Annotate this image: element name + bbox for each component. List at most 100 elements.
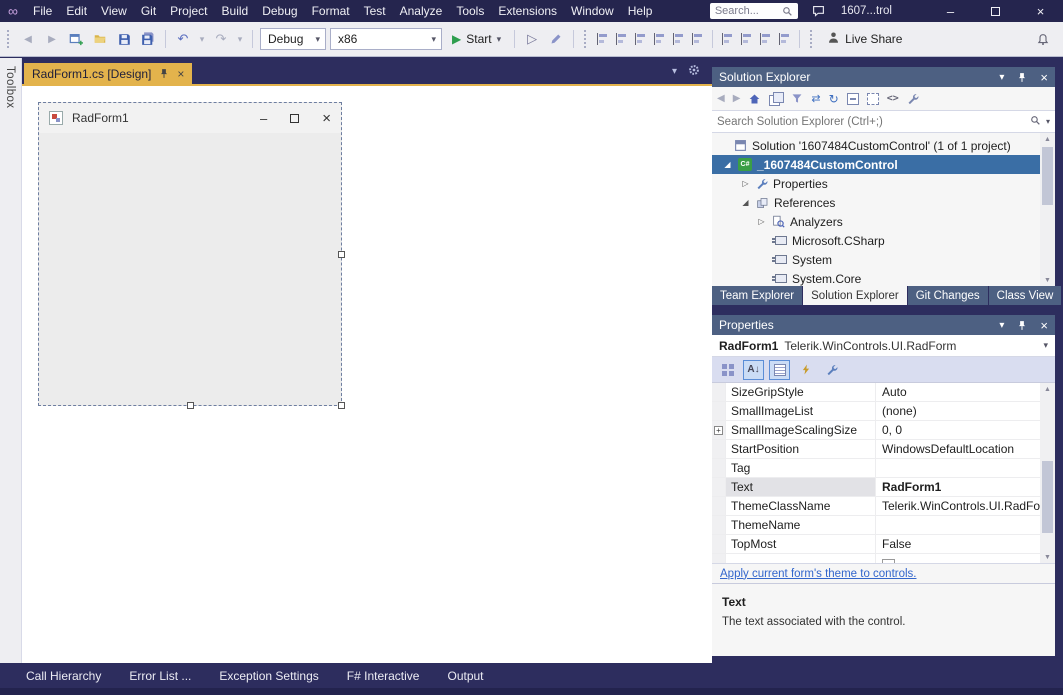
scroll-down-icon[interactable]: ▼ bbox=[1040, 551, 1055, 563]
scroll-thumb[interactable] bbox=[1042, 147, 1053, 205]
resize-handle-right[interactable] bbox=[338, 251, 345, 258]
document-tab[interactable]: RadForm1.cs [Design] × bbox=[24, 63, 193, 84]
open-file-icon[interactable] bbox=[90, 27, 110, 51]
undo-dropdown-icon[interactable]: ▾ bbox=[197, 27, 207, 51]
property-row-smallimagelist[interactable]: SmallImageList (none) bbox=[712, 402, 1040, 421]
property-row-text[interactable]: Text RadForm1 bbox=[712, 478, 1040, 497]
make-horizontal-spacing-equal-icon[interactable] bbox=[720, 32, 735, 46]
close-button[interactable]: × bbox=[1018, 0, 1063, 22]
view-code-icon[interactable]: <> bbox=[887, 93, 899, 104]
toolbar-grip[interactable] bbox=[7, 30, 11, 48]
panel-tab-git-changes[interactable]: Git Changes bbox=[907, 286, 988, 305]
tree-item-analyzers[interactable]: ▷ Analyzers bbox=[712, 212, 1040, 231]
search-icon[interactable] bbox=[1030, 115, 1041, 129]
menu-project[interactable]: Project bbox=[163, 0, 214, 22]
property-row-partial[interactable] bbox=[712, 554, 1040, 563]
properties-header[interactable]: Properties ▾ × bbox=[712, 315, 1055, 335]
tree-item-properties[interactable]: ▷ Properties bbox=[712, 174, 1040, 193]
menu-debug[interactable]: Debug bbox=[255, 0, 304, 22]
properties-wrench-icon[interactable] bbox=[907, 93, 919, 105]
expand-plus-icon[interactable]: + bbox=[714, 425, 723, 435]
minimize-button[interactable]: – bbox=[928, 0, 973, 22]
feedback-icon[interactable] bbox=[812, 5, 825, 17]
save-all-icon[interactable] bbox=[138, 27, 158, 51]
property-grid-scrollbar[interactable]: ▲ ▼ bbox=[1040, 383, 1055, 563]
bottom-tab-call-hierarchy[interactable]: Call Hierarchy bbox=[26, 669, 101, 683]
send-to-back-icon[interactable] bbox=[777, 32, 792, 46]
bottom-tab-fsharp-interactive[interactable]: F# Interactive bbox=[347, 669, 420, 683]
menu-edit[interactable]: Edit bbox=[59, 0, 94, 22]
panel-tab-solution-explorer[interactable]: Solution Explorer bbox=[803, 286, 907, 305]
save-icon[interactable] bbox=[114, 27, 134, 51]
solution-configurations-dropdown[interactable]: Debug ▾ bbox=[260, 28, 326, 50]
maximize-button[interactable] bbox=[973, 0, 1018, 22]
toolbar-grip[interactable] bbox=[584, 30, 588, 48]
bottom-tab-error-list[interactable]: Error List ... bbox=[129, 669, 191, 683]
expander-icon[interactable]: ▷ bbox=[756, 217, 767, 226]
menu-help[interactable]: Help bbox=[621, 0, 660, 22]
resize-handle-corner[interactable] bbox=[338, 402, 345, 409]
chevron-down-icon[interactable]: ▾ bbox=[1046, 117, 1050, 126]
bring-to-front-icon[interactable] bbox=[758, 32, 773, 46]
solution-tree-scrollbar[interactable]: ▲ ▼ bbox=[1040, 133, 1055, 286]
property-row-tag[interactable]: Tag bbox=[712, 459, 1040, 478]
switch-views-icon[interactable] bbox=[769, 92, 785, 106]
align-bottoms-icon[interactable] bbox=[690, 32, 705, 46]
property-row-startposition[interactable]: StartPosition WindowsDefaultLocation bbox=[712, 440, 1040, 459]
make-vertical-spacing-equal-icon[interactable] bbox=[739, 32, 754, 46]
property-row-smallimagescalingsize[interactable]: + SmallImageScalingSize 0, 0 bbox=[712, 421, 1040, 440]
align-lefts-icon[interactable] bbox=[595, 32, 610, 46]
menu-git[interactable]: Git bbox=[134, 0, 163, 22]
scroll-up-icon[interactable]: ▲ bbox=[1040, 133, 1055, 145]
designer-surface[interactable]: RadForm1 – × bbox=[22, 84, 712, 663]
start-debugging-button[interactable]: ▶ Start ▾ bbox=[446, 27, 507, 51]
close-panel-icon[interactable]: × bbox=[1040, 318, 1048, 333]
scroll-down-icon[interactable]: ▼ bbox=[1040, 274, 1055, 286]
chevron-down-icon[interactable]: ▾ bbox=[672, 66, 677, 77]
menu-view[interactable]: View bbox=[94, 0, 134, 22]
align-middles-icon[interactable] bbox=[671, 32, 686, 46]
designer-form[interactable]: RadForm1 – × bbox=[38, 102, 345, 409]
redo-icon[interactable]: ↷ bbox=[211, 27, 231, 51]
solution-explorer-header[interactable]: Solution Explorer ▾ × bbox=[712, 67, 1055, 87]
home-icon[interactable] bbox=[748, 93, 761, 105]
filter-icon[interactable] bbox=[791, 93, 803, 104]
pin-icon[interactable] bbox=[1017, 320, 1027, 331]
expander-icon[interactable]: ▷ bbox=[740, 179, 751, 188]
menu-window[interactable]: Window bbox=[564, 0, 621, 22]
align-rights-icon[interactable] bbox=[633, 32, 648, 46]
expander-icon[interactable]: ◢ bbox=[740, 198, 751, 207]
menu-tools[interactable]: Tools bbox=[449, 0, 491, 22]
apply-theme-link[interactable]: Apply current form's theme to controls. bbox=[720, 568, 917, 580]
menu-test[interactable]: Test bbox=[357, 0, 393, 22]
tree-item-microsoft-csharp[interactable]: Microsoft.CSharp bbox=[712, 231, 1040, 250]
sync-with-active-document-icon[interactable]: ⇄ bbox=[811, 92, 820, 105]
resize-handle-bottom[interactable] bbox=[187, 402, 194, 409]
live-share-button[interactable]: Live Share bbox=[821, 31, 908, 47]
undo-icon[interactable]: ↶ bbox=[173, 27, 193, 51]
navigate-back-icon[interactable]: ◀ bbox=[18, 27, 38, 51]
chevron-down-icon[interactable]: ▾ bbox=[999, 72, 1004, 83]
quick-search-box[interactable]: Search... bbox=[709, 3, 798, 19]
property-row-themeclassname[interactable]: ThemeClassName Telerik.WinControls.UI.Ra… bbox=[712, 497, 1040, 516]
bottom-tab-output[interactable]: Output bbox=[447, 669, 483, 683]
menu-analyze[interactable]: Analyze bbox=[393, 0, 450, 22]
menu-build[interactable]: Build bbox=[215, 0, 256, 22]
bottom-tab-exception-settings[interactable]: Exception Settings bbox=[219, 669, 318, 683]
quick-actions-icon[interactable] bbox=[546, 27, 566, 51]
gear-icon[interactable] bbox=[688, 64, 700, 79]
new-project-icon[interactable] bbox=[66, 27, 86, 51]
panel-tab-class-view[interactable]: Class View bbox=[988, 286, 1062, 305]
menu-extensions[interactable]: Extensions bbox=[491, 0, 564, 22]
property-row-sizegripstyle[interactable]: SizeGripStyle Auto bbox=[712, 383, 1040, 402]
scroll-up-icon[interactable]: ▲ bbox=[1040, 383, 1055, 395]
events-icon[interactable] bbox=[795, 360, 816, 380]
close-panel-icon[interactable]: × bbox=[1040, 70, 1048, 85]
refresh-icon[interactable]: ↻ bbox=[829, 92, 839, 106]
property-row-themename[interactable]: ThemeName bbox=[712, 516, 1040, 535]
navigate-forward-icon[interactable]: ▶ bbox=[42, 27, 62, 51]
pin-icon[interactable] bbox=[1017, 72, 1027, 83]
categorized-icon[interactable] bbox=[717, 360, 738, 380]
property-row-topmost[interactable]: TopMost False bbox=[712, 535, 1040, 554]
start-without-debugging-icon[interactable]: ▷ bbox=[522, 27, 542, 51]
